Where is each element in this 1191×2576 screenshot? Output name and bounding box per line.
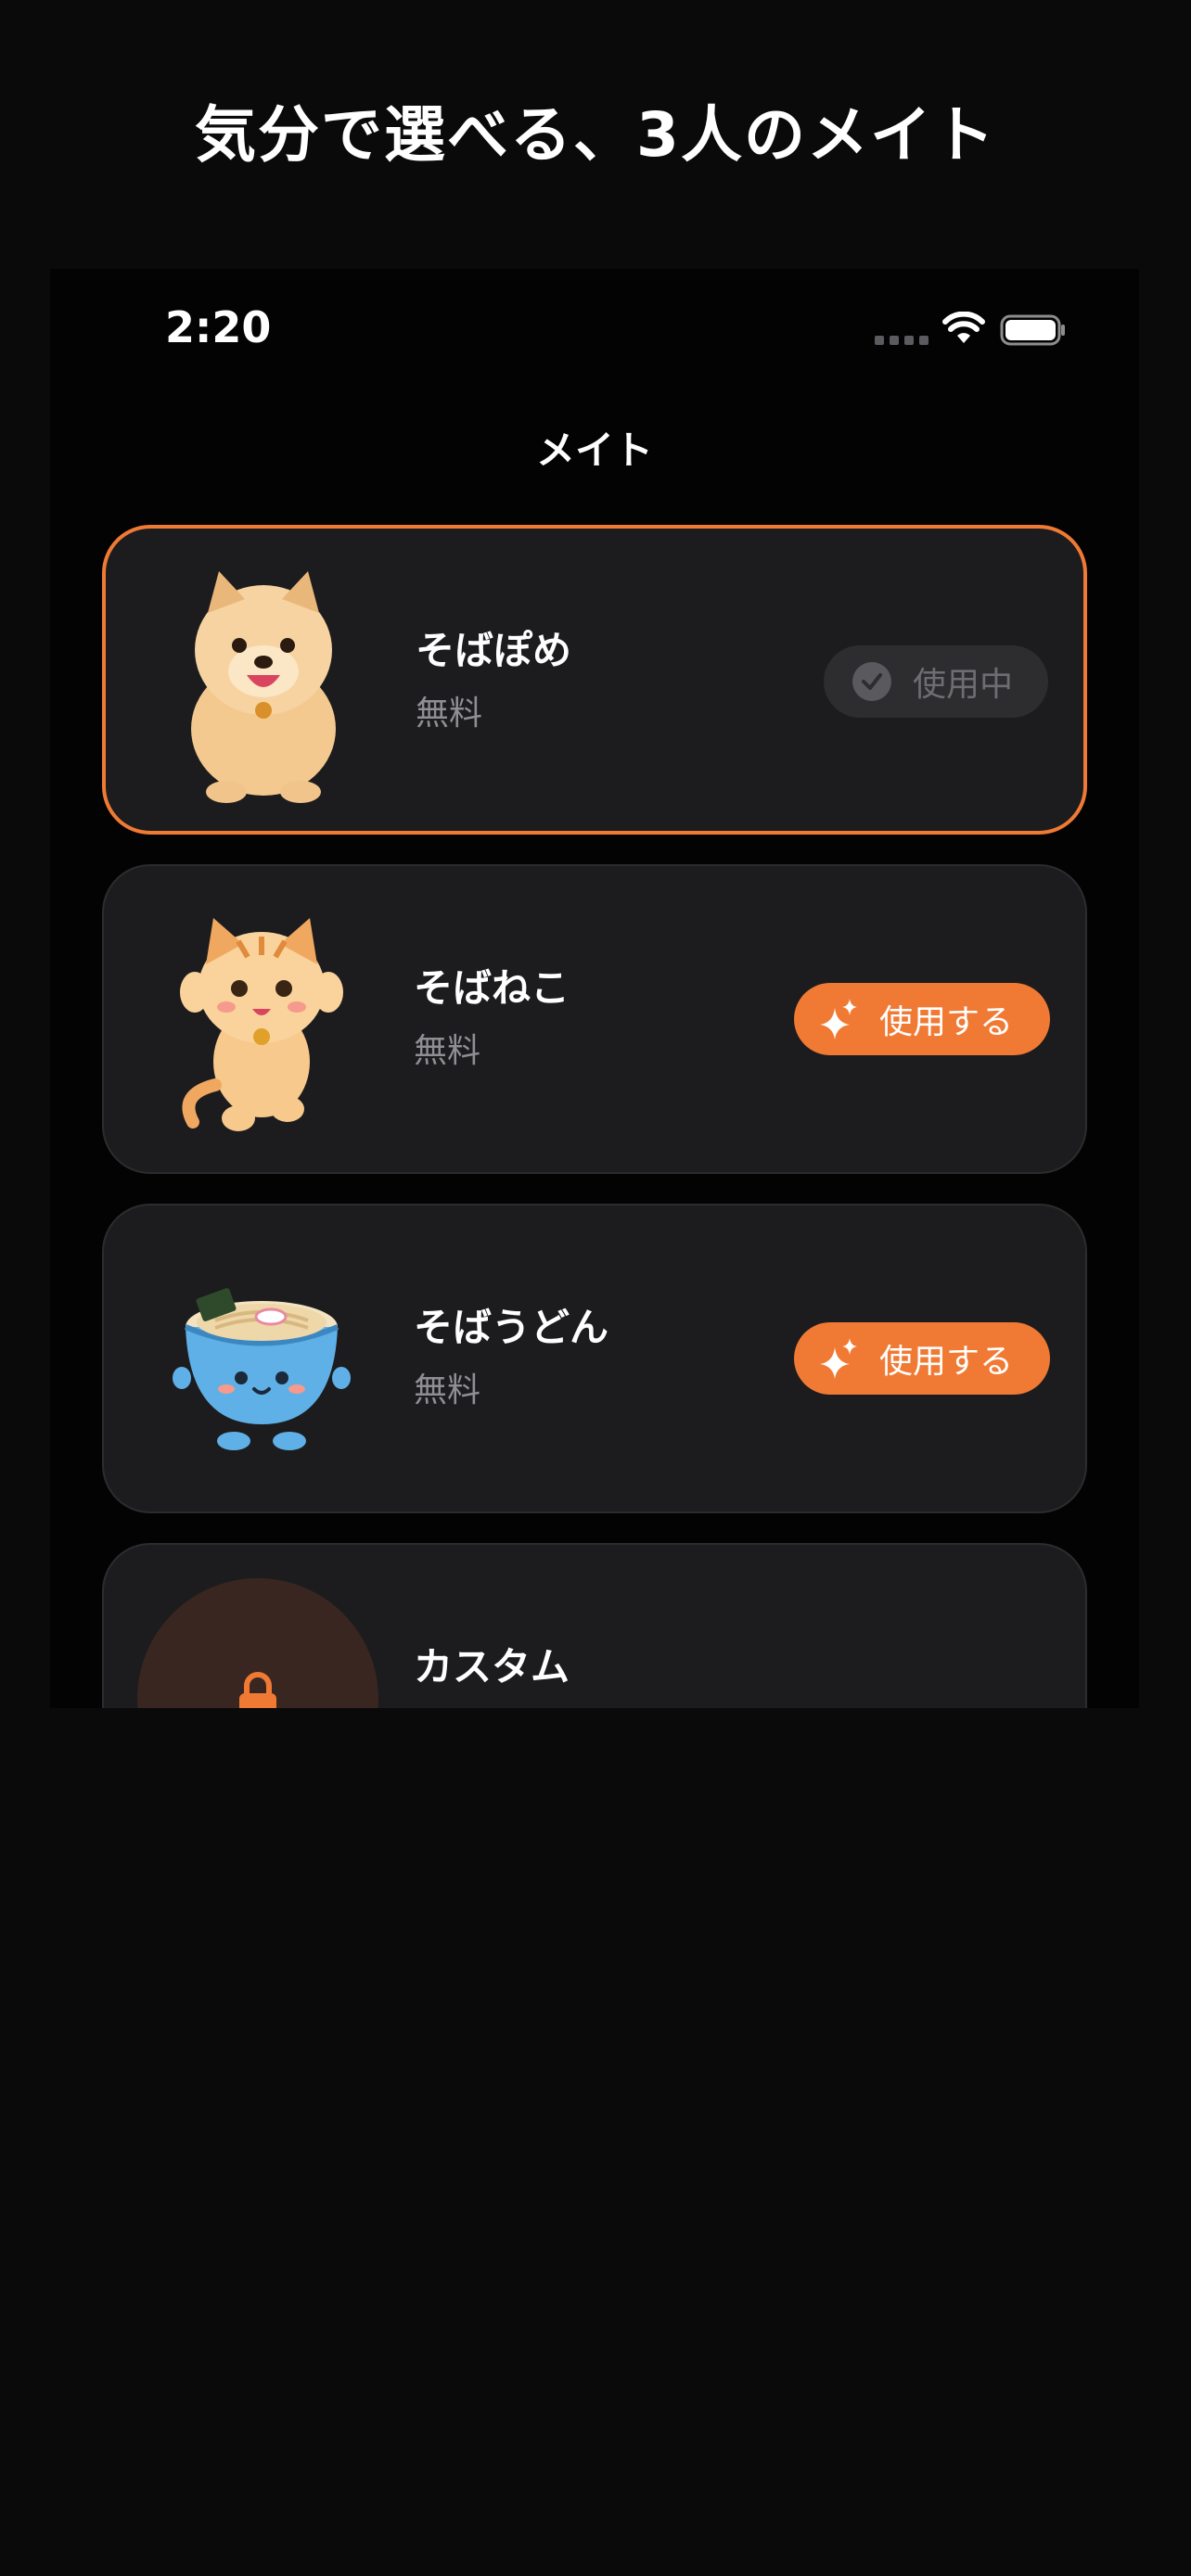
mate-card-custom[interactable]: カスタム [102,1543,1087,1708]
in-use-label: 使用中 [913,666,1014,704]
cellular-icon [875,336,928,345]
cat-icon [180,918,343,1131]
use-label: 使用する [879,1003,1014,1041]
sparkle-icon [820,1338,857,1379]
check-circle-icon [852,662,891,701]
mate-card-sobapome[interactable]: そばぽめ 無料 使用中 [102,525,1087,835]
mate-card-sobaudon[interactable]: そばうどん 無料 使用する [102,1204,1087,1513]
custom-avatar [137,1578,378,1708]
udon-bowl-icon [173,1288,351,1450]
mate-price: 無料 [414,1032,481,1070]
wifi-icon [942,312,985,343]
mate-card-sobaneko[interactable]: そばねこ 無料 使用する [102,864,1087,1174]
status-time: 2:20 [165,302,272,352]
promo-title: 気分で選べる、3人のメイト [195,99,996,171]
mate-name: そばねこ [414,965,570,1011]
in-use-button[interactable]: 使用中 [824,645,1048,718]
mate-price: 無料 [414,1371,481,1409]
mate-price: 無料 [416,695,483,733]
battery-icon [1000,314,1065,346]
lock-icon [239,1672,276,1708]
phone-screen: 2:20 メイト そばぽめ 無料 使用中 そばねこ 無料 使用する そばうどん … [50,269,1139,1708]
status-bar: 2:20 [50,269,1139,380]
use-button[interactable]: 使用する [794,983,1050,1055]
mate-name: そばうどん [414,1305,609,1350]
use-label: 使用する [879,1343,1014,1381]
mate-name: そばぽめ [416,628,572,673]
use-button[interactable]: 使用する [794,1322,1050,1395]
sparkle-icon [820,999,857,1039]
mate-name: カスタム [414,1644,570,1690]
pomeranian-icon [191,571,336,803]
page-title: メイト [535,427,653,473]
